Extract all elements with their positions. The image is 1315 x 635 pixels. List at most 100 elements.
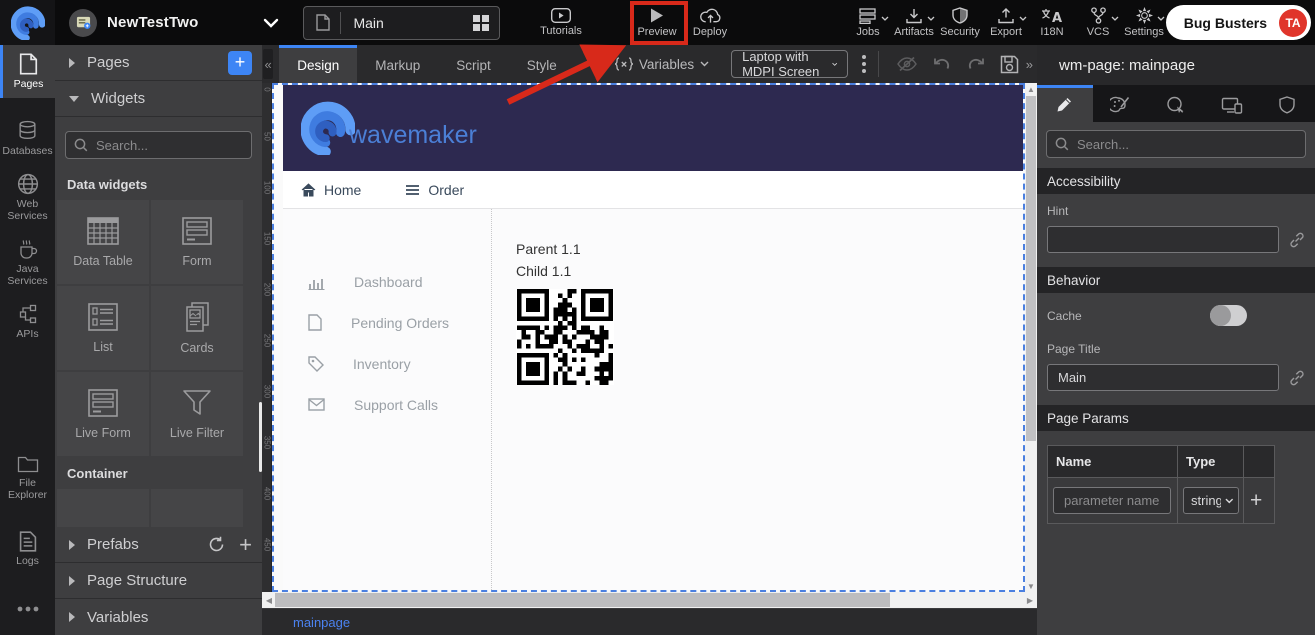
scroll-down-arrow[interactable]: ▼: [1027, 580, 1035, 592]
nav-item-home[interactable]: Home: [301, 182, 361, 198]
tutorials-button[interactable]: Tutorials: [533, 0, 589, 45]
widgets-accordion[interactable]: Widgets: [55, 81, 262, 117]
settings-button[interactable]: Settings: [1121, 0, 1167, 45]
device-selector[interactable]: Laptop with MDPI Screen: [731, 50, 848, 78]
jobs-icon: [859, 8, 878, 24]
expander-right-icon: [69, 612, 75, 622]
bind-page-title-icon[interactable]: [1289, 370, 1305, 386]
canvas-page-content[interactable]: Parent 1.1 Child 1.1: [492, 209, 1023, 590]
widget-list[interactable]: List: [57, 286, 149, 370]
menu-item-dashboard[interactable]: Dashboard: [283, 261, 491, 302]
tab-events[interactable]: [1148, 85, 1204, 122]
add-param-button[interactable]: +: [1244, 489, 1268, 513]
widget-cards[interactable]: Cards: [151, 286, 243, 370]
canvas-horizontal-scrollbar[interactable]: ◀ ▶: [262, 592, 1037, 608]
widget-container-2[interactable]: [151, 489, 243, 527]
add-prefab-button[interactable]: +: [239, 532, 252, 558]
section-accessibility[interactable]: Accessibility: [1037, 168, 1315, 194]
preview-button[interactable]: Preview: [629, 0, 685, 45]
menu-item-support-calls[interactable]: Support Calls: [283, 384, 491, 425]
team-button[interactable]: Bug Busters TA: [1166, 5, 1311, 40]
widget-data-table[interactable]: Data Table: [57, 200, 149, 284]
project-switcher[interactable]: NewTestTwo: [69, 9, 279, 37]
more-canvas-options-button[interactable]: [862, 55, 866, 73]
export-upload-icon: [997, 8, 1015, 24]
rail-item-web-services[interactable]: Web Services: [0, 165, 55, 230]
param-name-input[interactable]: [1053, 487, 1171, 514]
horizontal-scroll-thumb[interactable]: [275, 593, 890, 607]
refresh-prefabs-button[interactable]: [208, 536, 225, 553]
save-button[interactable]: [1000, 55, 1019, 74]
tab-properties[interactable]: [1037, 85, 1093, 122]
tab-markup[interactable]: Markup: [357, 45, 438, 83]
expand-toolbar-button[interactable]: »: [1026, 57, 1033, 72]
jobs-button[interactable]: Jobs: [845, 0, 891, 45]
chevron-down-icon: [832, 61, 837, 68]
scroll-right-arrow[interactable]: ▶: [1023, 596, 1037, 605]
properties-search[interactable]: [1046, 130, 1306, 158]
widget-live-filter[interactable]: Live Filter: [151, 372, 243, 456]
security-button[interactable]: Security: [937, 0, 983, 45]
vcs-button[interactable]: VCS: [1075, 0, 1121, 45]
undo-button[interactable]: [932, 56, 952, 73]
toggle-visibility-button[interactable]: [896, 56, 918, 72]
page-title-input[interactable]: [1047, 364, 1279, 391]
tab-devices[interactable]: [1204, 85, 1260, 122]
menu-item-inventory[interactable]: Inventory: [283, 343, 491, 384]
rail-item-logs[interactable]: Logs: [0, 523, 55, 575]
page-grid-icon[interactable]: [473, 15, 499, 31]
param-type-select[interactable]: string: [1183, 487, 1239, 514]
more-options-button[interactable]: [0, 589, 55, 635]
tab-design[interactable]: Design: [279, 45, 357, 83]
scroll-up-arrow[interactable]: ▲: [1027, 83, 1035, 95]
open-page-tab-mainpage[interactable]: mainpage: [293, 615, 350, 630]
tab-style[interactable]: Style: [509, 45, 575, 83]
redo-button[interactable]: [966, 56, 986, 73]
rail-item-apis[interactable]: APIs: [0, 295, 55, 348]
bind-hint-icon[interactable]: [1289, 232, 1305, 248]
widget-live-form[interactable]: Live Form: [57, 372, 149, 456]
canvas-vertical-scrollbar[interactable]: ▲ ▼: [1025, 83, 1037, 592]
i18n-button[interactable]: A I18N: [1029, 0, 1075, 45]
user-avatar[interactable]: TA: [1279, 9, 1307, 37]
section-page-params[interactable]: Page Params: [1037, 405, 1315, 431]
variables-dropdown[interactable]: Variables: [615, 57, 709, 72]
artifacts-button[interactable]: Artifacts: [891, 0, 937, 45]
column-header-type: Type: [1178, 446, 1244, 477]
deploy-button[interactable]: Deploy: [685, 0, 735, 45]
tab-security[interactable]: [1259, 85, 1315, 122]
widget-form[interactable]: Form: [151, 200, 243, 284]
rail-item-pages[interactable]: Pages: [0, 45, 55, 98]
scroll-left-arrow[interactable]: ◀: [262, 596, 276, 605]
widget-search[interactable]: [65, 131, 252, 159]
prefabs-accordion[interactable]: Prefabs +: [55, 527, 262, 563]
wavemaker-logo[interactable]: [0, 0, 55, 45]
cache-toggle[interactable]: [1210, 305, 1247, 326]
properties-search-input[interactable]: [1077, 137, 1217, 152]
rail-item-databases[interactable]: Databases: [0, 112, 55, 165]
page-structure-accordion[interactable]: Page Structure: [55, 563, 262, 599]
page-selector[interactable]: Main: [303, 6, 500, 40]
design-canvas[interactable]: wavemaker Home Order: [272, 83, 1025, 592]
pages-accordion[interactable]: Pages +: [55, 45, 262, 81]
export-button[interactable]: Export: [983, 0, 1029, 45]
wave-logo-icon: [11, 6, 45, 40]
add-page-button[interactable]: +: [228, 51, 252, 75]
rail-item-java-services[interactable]: Java Services: [0, 230, 55, 295]
chevron-down-icon: [1019, 16, 1027, 22]
menu-item-pending-orders[interactable]: Pending Orders: [283, 302, 491, 343]
widget-grid: Data Table Form List Cards Live Form: [55, 200, 262, 456]
chevron-down-icon: [927, 16, 935, 22]
tab-styles[interactable]: [1093, 85, 1149, 122]
collapse-left-panel-button[interactable]: «: [263, 49, 273, 79]
canvas-page-header[interactable]: wavemaker: [283, 85, 1023, 171]
rail-item-file-explorer[interactable]: File Explorer: [0, 446, 55, 509]
tab-script[interactable]: Script: [438, 45, 509, 83]
widget-search-input[interactable]: [96, 138, 236, 153]
vertical-scroll-thumb[interactable]: [1026, 96, 1036, 441]
widget-container-1[interactable]: [57, 489, 149, 527]
variables-accordion[interactable]: Variables: [55, 599, 262, 635]
hint-input[interactable]: [1047, 226, 1279, 253]
section-behavior[interactable]: Behavior: [1037, 267, 1315, 293]
nav-item-order[interactable]: Order: [405, 182, 464, 198]
